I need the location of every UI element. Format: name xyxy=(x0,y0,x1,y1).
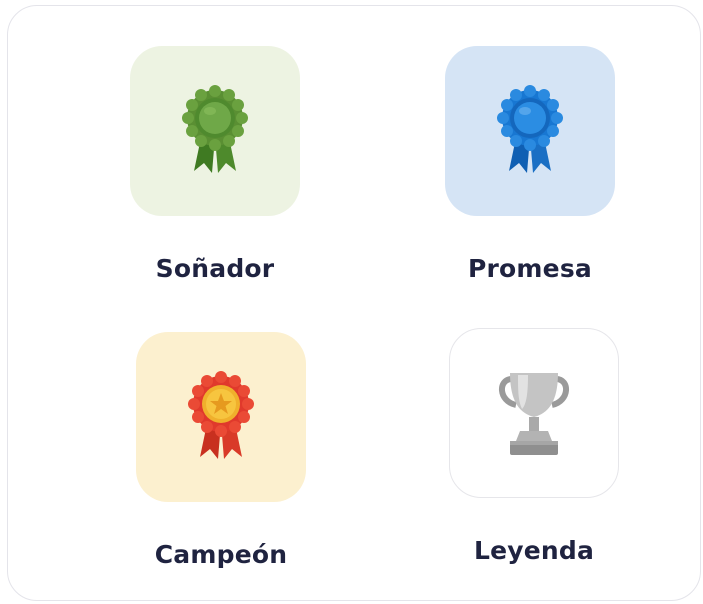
badge-leyenda[interactable]: Leyenda xyxy=(449,328,619,565)
badge-label: Campeón xyxy=(154,540,288,569)
silver-trophy-icon xyxy=(499,373,569,455)
badges-card: Soñador Promesa Campeón Leyenda xyxy=(7,5,701,601)
badge-promesa[interactable]: Promesa xyxy=(445,46,615,283)
badge-icon-tile xyxy=(449,328,619,498)
badge-label: Leyenda xyxy=(473,536,595,565)
badge-icon-tile xyxy=(445,46,615,216)
blue-rosette-icon xyxy=(497,85,563,173)
badge-sonador[interactable]: Soñador xyxy=(130,46,300,283)
badge-icon-tile xyxy=(130,46,300,216)
gold-star-medal-icon xyxy=(188,371,254,459)
badge-label: Promesa xyxy=(468,254,592,283)
green-rosette-icon xyxy=(182,85,248,173)
badge-campeon[interactable]: Campeón xyxy=(136,332,306,569)
badge-icon-tile xyxy=(136,332,306,502)
badge-label: Soñador xyxy=(155,254,275,283)
